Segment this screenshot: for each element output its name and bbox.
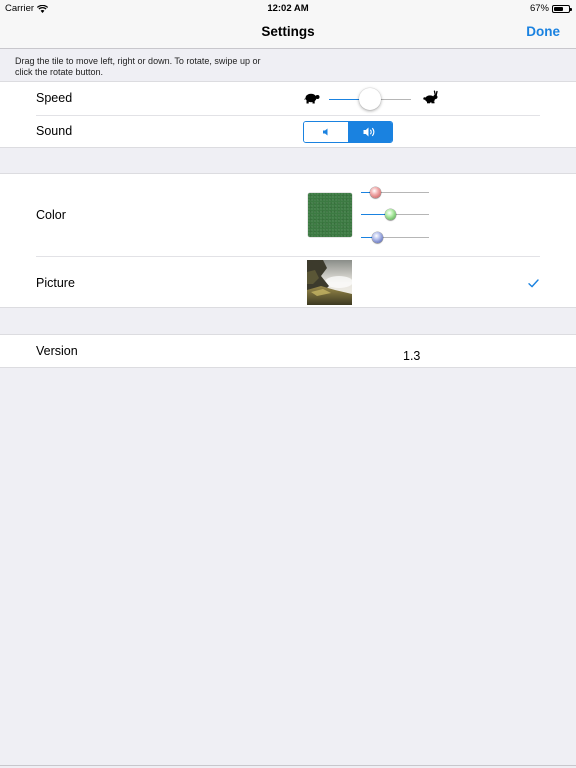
turtle-icon	[304, 93, 320, 104]
green-slider-track[interactable]	[361, 209, 429, 220]
speaker-off-icon	[323, 128, 328, 136]
speed-label: Speed	[36, 91, 73, 105]
speed-slider-track[interactable]	[329, 88, 411, 110]
speaker-on-icon	[363, 127, 375, 137]
bottom-divider	[0, 765, 576, 766]
section-about: Version 1.3	[0, 334, 576, 368]
status-time: 12:02 AM	[267, 3, 309, 14]
status-bar: Carrier 12:02 AM 67%	[0, 0, 576, 16]
red-slider-thumb[interactable]	[370, 187, 381, 198]
blue-slider-thumb[interactable]	[372, 232, 383, 243]
sound-label: Sound	[36, 124, 73, 138]
version-value: 1.3	[403, 349, 421, 363]
sound-on-segment[interactable]	[348, 122, 392, 142]
picture-thumbnail[interactable]	[307, 260, 352, 305]
color-label: Color	[36, 208, 66, 222]
row-picture[interactable]: Picture	[0, 257, 576, 309]
picture-label: Picture	[36, 276, 75, 290]
done-button[interactable]: Done	[526, 24, 560, 39]
sound-segmented-control[interactable]	[303, 121, 393, 143]
sound-off-segment[interactable]	[304, 122, 348, 142]
row-sound: Sound	[0, 116, 576, 149]
section-gameplay: Speed Sound	[0, 81, 576, 148]
red-slider-track[interactable]	[361, 187, 429, 198]
battery-percent: 67%	[529, 3, 549, 14]
landscape-image	[307, 260, 352, 305]
instructions-text: Drag the tile to move left, right or dow…	[15, 56, 261, 77]
rabbit-icon	[423, 90, 438, 104]
blue-slider-track[interactable]	[361, 232, 429, 243]
version-label: Version	[36, 344, 78, 358]
battery-status: 67%	[529, 3, 572, 14]
battery-icon	[552, 4, 572, 13]
row-speed: Speed	[0, 82, 576, 115]
page-title: Settings	[261, 24, 315, 39]
checkmark-icon	[528, 279, 539, 288]
color-swatch	[308, 193, 352, 237]
row-color: Color	[0, 174, 576, 256]
green-slider-thumb[interactable]	[385, 209, 396, 220]
speed-slider-thumb[interactable]	[359, 88, 381, 110]
navigation-bar: Settings Done	[0, 16, 576, 49]
section-appearance: Color Picture	[0, 173, 576, 308]
battery-fill	[554, 6, 563, 11]
